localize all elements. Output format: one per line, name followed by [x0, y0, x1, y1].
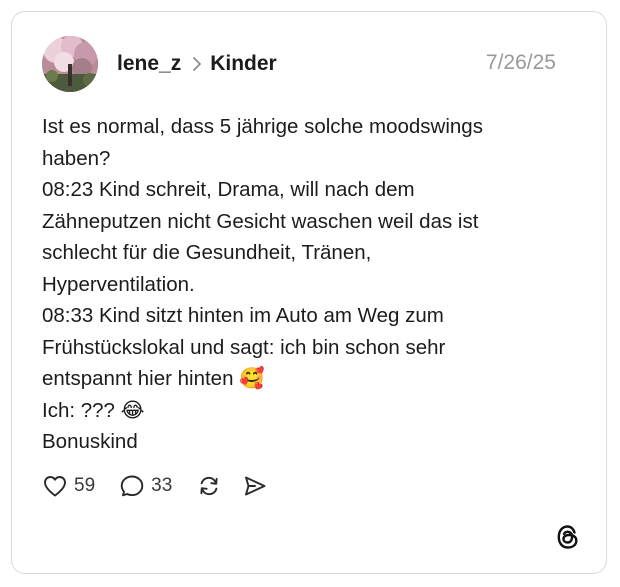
post-line: entspannt hier hinten 🥰 [42, 367, 265, 390]
post-date: 7/26/25 [485, 51, 556, 74]
like-count: 59 [74, 475, 96, 496]
avatar-image [42, 36, 98, 92]
heart-icon [42, 474, 68, 498]
post-line: Ist es normal, dass 5 jährige solche moo… [42, 115, 483, 138]
post-line: Zähneputzen nicht Gesicht waschen weil d… [42, 209, 479, 233]
username[interactable]: lene_z [117, 52, 181, 76]
post-line: 08:33 Kind sitzt hinten im Auto am Weg z… [42, 304, 444, 327]
post-line: Ich: ??? 😂 [42, 398, 145, 422]
repost-icon [196, 474, 222, 498]
like-button[interactable]: 59 [42, 474, 95, 498]
threads-logo-icon[interactable] [554, 523, 582, 551]
community-name[interactable]: Kinder [210, 52, 277, 76]
post-line: Bonuskind [42, 430, 138, 453]
share-button[interactable] [242, 474, 268, 498]
chevron-right-icon [192, 56, 202, 72]
repost-button[interactable] [196, 474, 222, 498]
post-line: schlecht für die Gesundheit, Tränen, [42, 241, 372, 264]
avatar[interactable] [42, 36, 98, 92]
post-line: Hyperventilation. [42, 272, 195, 296]
send-icon [242, 474, 268, 498]
comment-button[interactable]: 33 [119, 474, 172, 498]
post-text: Ist es normal, dass 5 jährige solche moo… [42, 111, 572, 458]
post-line: Frühstückslokal und sagt: ich bin schon … [42, 335, 446, 359]
comment-count: 33 [151, 475, 173, 496]
speech-bubble-icon [119, 474, 145, 498]
post-line: haben? [42, 146, 111, 170]
post-header: lene_z Kinder [117, 50, 277, 78]
post-card: lene_z Kinder 7/26/25 Ist es normal, das… [11, 11, 607, 574]
action-bar: 59 33 [42, 472, 268, 500]
post-line: 08:23 Kind schreit, Drama, will nach dem [42, 178, 415, 201]
